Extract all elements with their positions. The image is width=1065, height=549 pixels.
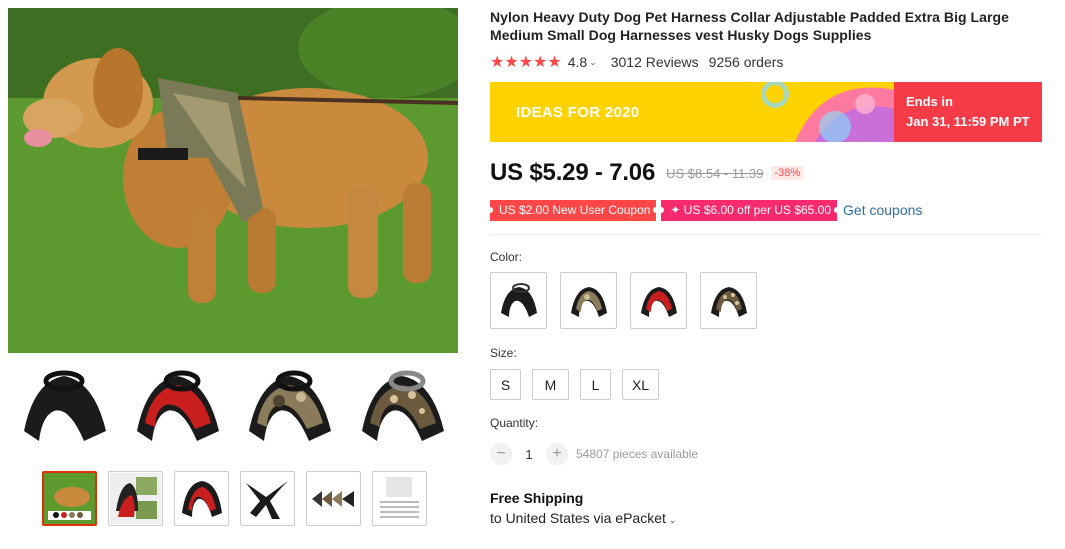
thumbnail-5[interactable]	[306, 471, 361, 526]
divider	[490, 234, 1042, 235]
color-label: Color:	[490, 250, 523, 264]
color-option-leopard[interactable]	[700, 272, 757, 329]
store-coupon[interactable]: ✦ US $6.00 off per US $65.00	[658, 199, 840, 221]
color-option-camo[interactable]	[560, 272, 617, 329]
discount-badge: -38%	[771, 166, 804, 180]
promo-ends-label: Ends in	[906, 94, 953, 109]
size-option-m[interactable]: M	[532, 369, 569, 400]
main-product-image[interactable]	[8, 8, 458, 353]
thumbnail-1[interactable]	[42, 471, 97, 526]
current-price: US $5.29 - 7.06	[490, 159, 656, 186]
promo-ends-date: Jan 31, 11:59 PM PT	[906, 114, 1030, 129]
promo-decoration-icon	[761, 82, 905, 142]
size-option-s[interactable]: S	[490, 369, 521, 400]
star-rating-icon: ★★★★★	[490, 54, 562, 71]
size-options: S M L XL	[490, 369, 1042, 400]
chevron-down-icon: ⌄	[668, 515, 677, 525]
coupon-row: US $2.00 New User Coupon ✦ US $6.00 off …	[486, 199, 1042, 221]
color-options	[490, 272, 1042, 329]
size-option-xl[interactable]: XL	[622, 369, 659, 400]
black-harness-image	[8, 356, 121, 456]
promo-title: IDEAS FOR 2020	[516, 103, 640, 121]
variant-preview-strip	[8, 356, 458, 456]
quantity-input[interactable]	[512, 443, 546, 465]
size-label: Size:	[490, 346, 517, 360]
increase-quantity-button[interactable]: +	[546, 443, 568, 465]
available-stock: 54807 pieces available	[576, 447, 699, 461]
size-option-l[interactable]: L	[580, 369, 611, 400]
shipping-detail[interactable]: to United States via ePacket ⌄	[490, 510, 1042, 526]
thumbnail-2[interactable]	[108, 471, 163, 526]
red-harness-image	[121, 356, 234, 456]
product-info: Nylon Heavy Duty Dog Pet Harness Collar …	[486, 8, 1042, 526]
shipping-detail-text: to United States via ePacket	[490, 510, 666, 526]
leopard-harness-image	[346, 356, 459, 456]
quantity-stepper: − + 54807 pieces available	[490, 442, 1042, 466]
rating-value[interactable]: 4.8	[568, 54, 587, 70]
get-coupons-link[interactable]: Get coupons	[843, 202, 922, 218]
product-title: Nylon Heavy Duty Dog Pet Harness Collar …	[490, 9, 1009, 43]
promo-countdown: Ends in Jan 31, 11:59 PM PT	[894, 82, 1042, 142]
camo-harness-image	[233, 356, 346, 456]
decrease-quantity-button[interactable]: −	[490, 443, 512, 465]
reviews-count[interactable]: 3012 Reviews	[611, 54, 699, 70]
thumbnail-6[interactable]	[372, 471, 427, 526]
thumbnail-4[interactable]	[240, 471, 295, 526]
thumbnail-gallery	[42, 471, 427, 526]
color-option-black[interactable]	[490, 272, 547, 329]
shipping-title: Free Shipping	[490, 490, 584, 506]
chevron-down-icon[interactable]: ⌄	[589, 57, 597, 68]
orders-count: 9256 orders	[708, 54, 784, 70]
rating-row: ★★★★★ 4.8 ⌄ 3012 Reviews 9256 orders	[490, 53, 1042, 71]
thumbnail-3[interactable]	[174, 471, 229, 526]
promo-banner[interactable]: IDEAS FOR 2020 Ends in Jan 31, 11:59 PM …	[490, 82, 1042, 142]
price-row: US $5.29 - 7.06 US $8.54 - 11.39 -38%	[490, 159, 1042, 187]
quantity-label: Quantity:	[490, 416, 539, 430]
new-user-coupon[interactable]: US $2.00 New User Coupon	[486, 199, 660, 221]
original-price: US $8.54 - 11.39	[666, 165, 764, 181]
color-option-red[interactable]	[630, 272, 687, 329]
